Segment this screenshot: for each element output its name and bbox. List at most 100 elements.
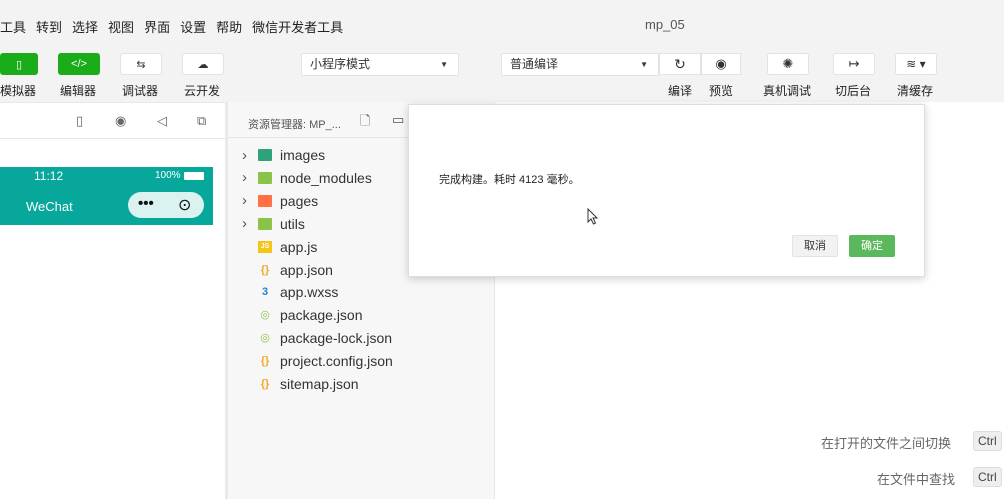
mouse-cursor-icon — [587, 208, 599, 225]
shortcut-key: Ctrl — [973, 431, 1002, 451]
file-item[interactable]: ◎ package-lock.json — [242, 327, 392, 349]
close-capsule-icon[interactable]: ⊙ — [178, 195, 191, 215]
device-icon[interactable]: ▯ — [76, 113, 83, 129]
folder-icon — [258, 149, 272, 161]
menu-item[interactable]: 工具 — [0, 17, 26, 36]
background-button[interactable]: ↦ — [833, 53, 875, 75]
folder-item[interactable]: › images — [242, 144, 325, 166]
toolbar: ▯ 模拟器 </> 编辑器 ⇆ 调试器 ☁ 云开发 小程序模式 ▼ 普通编译 ▼… — [0, 50, 1004, 102]
preview-button[interactable]: ◉ — [701, 53, 741, 75]
menu-item[interactable]: 转到 — [36, 17, 62, 36]
simulator-panel: ▯ ◉ ◁ ⧉ 11:12 100% WeChat ••• ⊙ — [0, 102, 225, 499]
file-item[interactable]: JS app.js — [242, 236, 317, 258]
compile-label: 编译 — [668, 84, 693, 98]
chevron-right-icon: › — [242, 192, 247, 210]
clear-cache-label: 清缓存 — [897, 84, 934, 98]
folder-icon — [258, 217, 272, 230]
json-file-icon: {} — [260, 355, 270, 368]
more-icon[interactable]: ••• — [138, 195, 154, 212]
chevron-right-icon: › — [242, 146, 247, 164]
simulator-label: 模拟器 — [0, 84, 37, 98]
menu: 工具 转到 选择 视图 界面 设置 帮助 微信开发者工具 — [0, 17, 353, 36]
simulator-toolbar: ▯ ◉ ◁ ⧉ — [0, 103, 225, 139]
background-label: 切后台 — [835, 84, 872, 98]
mode-select-value: 小程序模式 — [310, 57, 371, 71]
cloud-icon: ☁ — [197, 58, 209, 71]
hint-find-in-files: 在文件中查找 — [877, 472, 956, 487]
file-item[interactable]: {} sitemap.json — [242, 373, 359, 395]
menu-item[interactable]: 帮助 — [216, 17, 242, 36]
menu-item[interactable]: 界面 — [144, 17, 170, 36]
real-debug-button[interactable]: ✺ — [767, 53, 809, 75]
clear-cache-button[interactable]: ≋ ▾ — [895, 53, 937, 75]
new-file-icon[interactable]: 🗋 — [360, 112, 370, 134]
phone-nav-bar: WeChat ••• ⊙ — [0, 185, 213, 225]
record-icon[interactable]: ◉ — [115, 113, 126, 129]
popout-icon[interactable]: ⧉ — [197, 113, 206, 129]
menu-item[interactable]: 选择 — [72, 17, 98, 36]
menu-item[interactable]: 微信开发者工具 — [252, 17, 343, 36]
phone-status-bar: 11:12 100% — [0, 167, 213, 185]
compile-select-value: 普通编译 — [510, 57, 559, 71]
battery-icon — [184, 172, 204, 180]
status-time: 11:12 — [34, 169, 64, 183]
caret-down-icon: ▼ — [440, 60, 448, 69]
cancel-button[interactable]: 取消 — [792, 235, 838, 257]
folder-item[interactable]: › node_modules — [242, 167, 372, 189]
debugger-button[interactable]: ⇆ — [120, 53, 162, 75]
file-name: package.json — [280, 307, 363, 324]
explorer-title: 资源管理器: MP_... — [248, 119, 341, 131]
real-debug-label: 真机调试 — [763, 84, 812, 98]
folder-item[interactable]: › pages — [242, 190, 318, 212]
new-folder-icon[interactable]: ▭ — [392, 112, 404, 128]
mode-select[interactable]: 小程序模式 ▼ — [301, 53, 459, 76]
chevron-right-icon: › — [242, 169, 247, 187]
node-file-icon: ◎ — [260, 332, 270, 345]
json-file-icon: {} — [260, 378, 270, 390]
ok-button[interactable]: 确定 — [849, 235, 895, 257]
build-complete-dialog: 完成构建。耗时 4123 毫秒。 取消 确定 — [408, 104, 925, 277]
simulator-button[interactable]: ▯ — [0, 53, 38, 75]
json-file-icon: {} — [260, 263, 270, 276]
compile-select[interactable]: 普通编译 ▼ — [501, 53, 659, 76]
file-name: utils — [280, 215, 305, 232]
file-name: project.config.json — [280, 353, 393, 370]
file-name: app.wxss — [280, 284, 339, 301]
file-name: package-lock.json — [280, 330, 393, 347]
node-file-icon: ◎ — [260, 309, 270, 322]
refresh-icon: ↻ — [674, 55, 686, 72]
file-name: pages — [280, 192, 319, 209]
cloud-button[interactable]: ☁ — [182, 53, 224, 75]
status-battery: 100% — [155, 170, 181, 181]
menu-item[interactable]: 视图 — [108, 17, 134, 36]
compile-button[interactable]: ↻ — [659, 53, 701, 75]
file-name: node_modules — [280, 169, 372, 186]
shortcut-key: Ctrl — [973, 467, 1002, 487]
bug-icon: ✺ — [782, 56, 794, 71]
caret-down-icon: ▼ — [640, 60, 648, 69]
eye-icon: ◉ — [715, 56, 727, 71]
file-item[interactable]: {} project.config.json — [242, 350, 393, 372]
menu-bar: 工具 转到 选择 视图 界面 设置 帮助 微信开发者工具 mp_05 — [0, 0, 1004, 50]
window-title: mp_05 — [645, 17, 685, 32]
file-name: app.js — [280, 238, 318, 255]
volume-icon[interactable]: ◁ — [157, 113, 167, 129]
exit-icon: ↦ — [848, 56, 860, 71]
preview-label: 预览 — [709, 84, 734, 98]
file-item[interactable]: 3 app.wxss — [242, 281, 338, 303]
capsule-menu[interactable]: ••• ⊙ — [128, 192, 204, 218]
file-item[interactable]: ◎ package.json — [242, 304, 363, 326]
folder-icon — [258, 194, 272, 207]
folder-item[interactable]: › utils — [242, 213, 305, 235]
editor-button[interactable]: </> — [58, 53, 100, 75]
file-name: sitemap.json — [280, 376, 359, 392]
debug-icon: ⇆ — [136, 58, 146, 71]
folder-icon — [258, 171, 272, 184]
file-item[interactable]: {} app.json — [242, 259, 333, 281]
editor-label: 编辑器 — [60, 84, 97, 98]
hint-switch-files: 在打开的文件之间切换 — [821, 436, 952, 451]
chevron-right-icon: › — [242, 215, 247, 233]
menu-item[interactable]: 设置 — [180, 17, 206, 36]
js-file-icon: JS — [258, 240, 272, 253]
css-file-icon: 3 — [261, 286, 269, 299]
